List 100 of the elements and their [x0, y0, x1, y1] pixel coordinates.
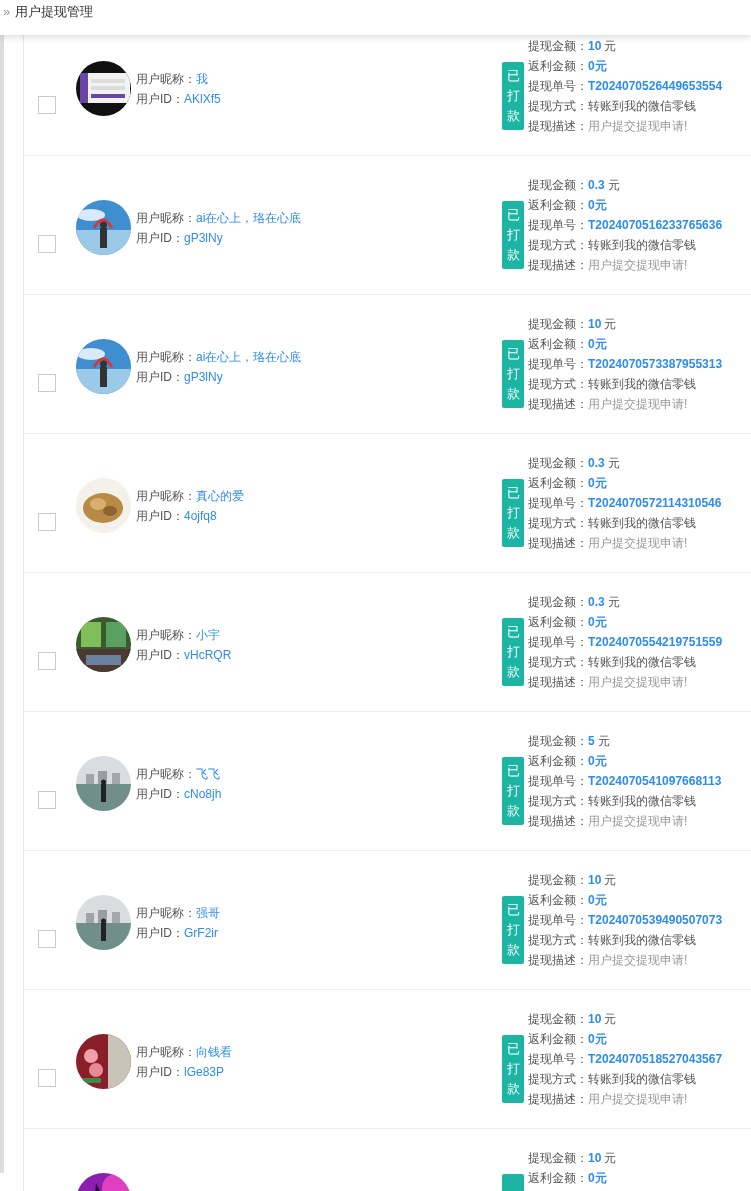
rebate-value: 0元 — [588, 336, 607, 353]
description-value: 用户提交提现申请! — [588, 118, 688, 135]
amount-value: 0.3 — [588, 177, 605, 194]
amount-label: 提现金额： — [528, 316, 588, 333]
user-id-label: 用户ID： — [136, 646, 184, 664]
status-badge: 已打款 — [502, 62, 524, 130]
nickname-label: 用户昵称： — [136, 765, 196, 783]
rebate-label: 返利金额： — [528, 197, 588, 214]
amount-unit: 元 — [607, 177, 620, 194]
rebate-value: 0元 — [588, 58, 607, 75]
user-id-label: 用户ID： — [136, 924, 184, 942]
row-checkbox[interactable] — [38, 930, 56, 948]
row-checkbox[interactable] — [38, 791, 56, 809]
order-number-value: T2024070541097668113 — [588, 773, 722, 790]
order-number-value: T2024070539490507073 — [588, 912, 723, 929]
amount-value: 10 — [588, 872, 602, 889]
description-value: 用户提交提现申请! — [588, 813, 688, 830]
description-label: 提现描述： — [528, 674, 588, 691]
method-value: 转账到我的微信零钱 — [588, 793, 696, 810]
amount-unit: 元 — [604, 316, 617, 333]
nickname-label: 用户昵称： — [136, 70, 196, 88]
user-id-value: GrF2ir — [184, 924, 218, 942]
rebate-value: 0元 — [588, 753, 607, 770]
method-label: 提现方式： — [528, 654, 588, 671]
order-number-label: 提现单号： — [528, 1051, 588, 1068]
order-number-value: T2024070554219751559 — [588, 634, 723, 651]
amount-value: 0.3 — [588, 455, 605, 472]
description-label: 提现描述： — [528, 952, 588, 969]
nickname-value: ai在心上，珞在心底 — [196, 348, 302, 366]
rebate-value: 0元 — [588, 1170, 607, 1187]
method-value: 转账到我的微信零钱 — [588, 1071, 696, 1088]
amount-label: 提现金额： — [528, 1150, 588, 1167]
amount-unit: 元 — [597, 733, 610, 750]
status-badge: 已打款 — [502, 201, 524, 269]
rebate-label: 返利金额： — [528, 1170, 588, 1187]
user-id-label: 用户ID： — [136, 1063, 184, 1081]
description-label: 提现描述： — [528, 396, 588, 413]
nickname-label: 用户昵称： — [136, 487, 196, 505]
user-id-label: 用户ID： — [136, 229, 184, 247]
description-label: 提现描述： — [528, 535, 588, 552]
row-checkbox[interactable] — [38, 513, 56, 531]
description-label: 提现描述： — [528, 257, 588, 274]
nickname-value: 小宇 — [196, 626, 220, 644]
order-number-value: T2024070516233765636 — [588, 217, 723, 234]
description-label: 提现描述： — [528, 813, 588, 830]
user-id-label: 用户ID： — [136, 90, 184, 108]
order-number-value: T2024070518527043567 — [588, 1051, 723, 1068]
row-checkbox[interactable] — [38, 652, 56, 670]
status-badge: 已打款 — [502, 896, 524, 964]
amount-value: 10 — [588, 1150, 602, 1167]
nickname-value: 飞飞 — [196, 765, 220, 783]
amount-unit: 元 — [604, 872, 617, 889]
order-number-value: T2024070526449653554 — [588, 78, 723, 95]
user-id-value: AKlXf5 — [184, 90, 221, 108]
amount-value: 5 — [588, 733, 595, 750]
method-value: 转账到我的微信零钱 — [588, 98, 696, 115]
row-checkbox[interactable] — [38, 235, 56, 253]
order-number-value: T2024070573387955313 — [588, 356, 723, 373]
rebate-label: 返利金额： — [528, 1031, 588, 1048]
user-id-value: vHcRQR — [184, 646, 232, 664]
method-value: 转账到我的微信零钱 — [588, 376, 696, 393]
amount-unit: 元 — [604, 38, 617, 55]
description-value: 用户提交提现申请! — [588, 1091, 688, 1108]
status-badge: 已打款 — [502, 479, 524, 547]
nickname-label: 用户昵称： — [136, 1043, 196, 1061]
method-label: 提现方式： — [528, 932, 588, 949]
method-value: 转账到我的微信零钱 — [588, 237, 696, 254]
amount-value: 10 — [588, 316, 602, 333]
nickname-label: 用户昵称： — [136, 348, 196, 366]
amount-label: 提现金额： — [528, 38, 588, 55]
amount-value: 0.3 — [588, 594, 605, 611]
page-title: 用户提现管理 — [15, 3, 94, 21]
row-checkbox[interactable] — [38, 374, 56, 392]
amount-label: 提现金额： — [528, 733, 588, 750]
order-number-label: 提现单号： — [528, 356, 588, 373]
rebate-value: 0元 — [588, 892, 607, 909]
user-id-value: gP3lNy — [184, 368, 223, 386]
order-number-label: 提现单号： — [528, 912, 588, 929]
nickname-value: 向钱看 — [196, 1043, 232, 1061]
method-label: 提现方式： — [528, 98, 588, 115]
amount-unit: 元 — [607, 455, 620, 472]
order-number-label: 提现单号： — [528, 78, 588, 95]
amount-unit: 元 — [604, 1150, 617, 1167]
order-number-label: 提现单号： — [528, 773, 588, 790]
nickname-value: 真心的爱 — [196, 487, 244, 505]
method-label: 提现方式： — [528, 793, 588, 810]
amount-label: 提现金额： — [528, 455, 588, 472]
order-number-label: 提现单号： — [528, 217, 588, 234]
description-value: 用户提交提现申请! — [588, 674, 688, 691]
status-badge: 已打款 — [502, 757, 524, 825]
nickname-label: 用户昵称： — [136, 904, 196, 922]
amount-label: 提现金额： — [528, 177, 588, 194]
rebate-label: 返利金额： — [528, 475, 588, 492]
rebate-label: 返利金额： — [528, 892, 588, 909]
method-value: 转账到我的微信零钱 — [588, 932, 696, 949]
user-id-value: cNo8jh — [184, 785, 222, 803]
order-number-label: 提现单号： — [528, 495, 588, 512]
row-checkbox[interactable] — [38, 96, 56, 114]
rebate-value: 0元 — [588, 1031, 607, 1048]
row-checkbox[interactable] — [38, 1069, 56, 1087]
